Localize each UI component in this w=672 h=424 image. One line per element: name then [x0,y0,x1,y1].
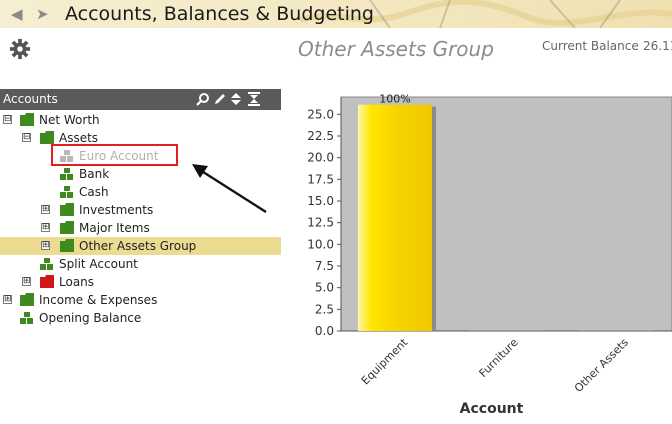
collapse-toggle[interactable]: ⊟ [3,115,12,124]
x-tick-label: Other Assets [572,336,631,395]
forward-arrow-icon[interactable]: ➤ [36,5,49,23]
tree-row-income-expenses[interactable]: ⊞ Income & Expenses [0,291,281,309]
y-tick-label: 25.0 [307,107,334,121]
x-tick-label: Equipment [359,335,411,387]
tree-label: Loans [59,275,95,289]
app-title: Accounts, Balances & Budgeting [65,3,374,25]
title-bar: ◀︎ ➤ Accounts, Balances & Budgeting [0,0,672,28]
tree-label: Net Worth [39,113,100,127]
collapse-icon[interactable] [247,92,261,106]
folder-green-icon [60,203,74,216]
y-tick-label: 7.5 [315,259,334,273]
annotation-arrow-icon [192,164,267,214]
tree-row-opening-balance[interactable]: Opening Balance [0,309,281,327]
account-green-icon [60,186,73,198]
expand-toggle[interactable]: ⊞ [41,223,50,232]
tree-label: Split Account [59,257,138,271]
tree-label: Investments [79,203,154,217]
y-tick-label: 0.0 [315,324,334,338]
tree-label: Other Assets Group [79,239,197,253]
page-title: Other Assets Group [298,37,494,61]
search-icon[interactable] [196,92,210,106]
y-tick-label: 12.5 [307,216,334,230]
back-arrow-icon[interactable]: ◀︎ [11,5,23,23]
tree-row-net-worth[interactable]: ⊟ Net Worth [0,111,281,129]
folder-green-icon [20,293,34,306]
y-tick-label: 5.0 [315,281,334,295]
bar-data-label: 100% [379,93,410,106]
balance-bar-chart: 0.0 2.5 5.0 7.5 10.0 12.5 15.0 17.5 20.0 22.5 25.0… [307,93,672,417]
folder-green-icon [60,239,74,252]
current-balance-value: 26.11 [643,39,672,53]
expand-toggle[interactable]: ⊞ [41,205,50,214]
gear-icon[interactable] [9,38,31,60]
folder-green-icon [20,113,34,126]
sort-icon[interactable] [229,92,243,106]
y-tick-label: 2.5 [315,302,334,316]
current-balance-label: Current Balance [542,39,639,53]
tree-row-major-items[interactable]: ⊞ Major Items [0,219,281,237]
folder-green-icon [60,221,74,234]
tree-row-other-assets-group[interactable]: ⊞ Other Assets Group [0,237,281,255]
accounts-panel-title: Accounts [3,92,58,106]
expand-toggle[interactable]: ⊞ [22,277,31,286]
collapse-toggle[interactable]: ⊟ [22,133,31,142]
tree-label: Major Items [79,221,150,235]
edit-icon[interactable] [213,92,227,106]
y-tick-label: 17.5 [307,172,334,186]
bar [578,330,653,331]
tree-label: Bank [79,167,110,181]
account-green-icon [40,258,53,270]
tree-row-loans[interactable]: ⊞ Loans [0,273,281,291]
account-green-icon [60,168,73,180]
x-axis-title: Account [460,401,524,417]
highlight-annotation-box [51,144,178,166]
folder-green-icon [40,131,54,144]
expand-toggle[interactable]: ⊞ [41,241,50,250]
tree-label: Cash [79,185,109,199]
y-tick-label: 20.0 [307,151,334,165]
tree-label: Income & Expenses [39,293,158,307]
x-tick-label: Furniture [477,336,521,380]
y-tick-label: 22.5 [307,129,334,143]
y-tick-label: 10.0 [307,237,334,251]
expand-toggle[interactable]: ⊞ [3,295,12,304]
account-green-icon [20,312,33,324]
bar [468,330,543,331]
tree-label: Opening Balance [39,311,142,325]
folder-red-icon [40,275,54,288]
accounts-panel-header: Accounts [0,89,281,110]
bar [358,104,432,331]
tree-row-split-account[interactable]: Split Account [0,255,281,273]
bar-shadow [432,106,436,331]
y-tick-label: 15.0 [307,194,334,208]
